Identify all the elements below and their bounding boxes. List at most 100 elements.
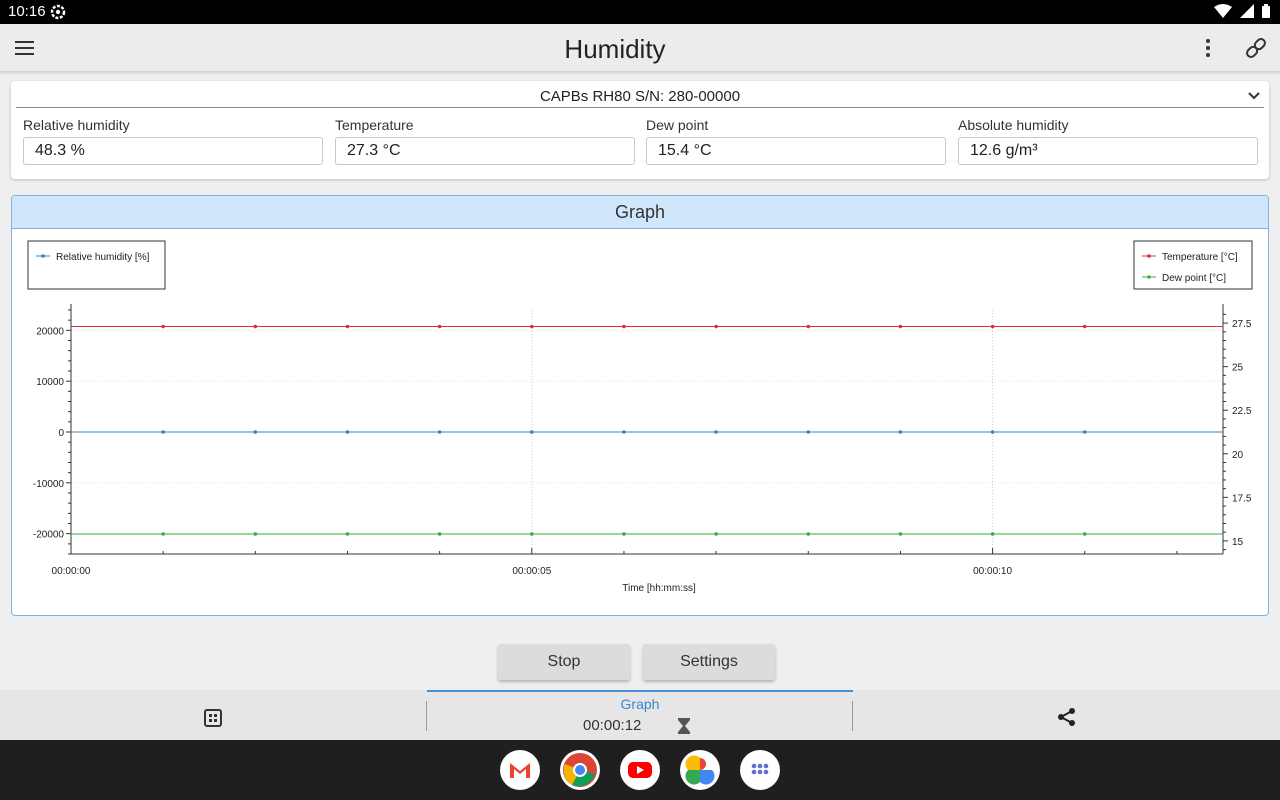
legend-marker [1147,254,1151,258]
data-point [530,430,534,434]
link-icon[interactable] [1244,36,1268,60]
data-point [1082,430,1087,434]
chevron-down-icon [1248,92,1260,100]
device-name: CAPBs RH80 S/N: 280-00000 [539,88,741,105]
system-dock [0,740,1280,800]
data-point [990,324,995,329]
data-point [898,324,903,329]
reading-relative-humidity: Relative humidity 48.3 % [23,117,323,165]
more-vert-icon[interactable] [1198,36,1218,60]
controls-bar: Stop Settings [0,632,1280,690]
reading-temperature: Temperature 27.3 °C [335,117,635,165]
settings-gear-icon [50,4,66,20]
app-drawer-icon[interactable] [740,750,780,790]
data-point [622,324,626,329]
data-point [530,532,534,536]
hourglass-icon [678,718,690,734]
share-icon [1058,708,1075,726]
reading-label: Temperature [335,117,414,133]
device-card: CAPBs RH80 S/N: 280-00000 Relative humid… [11,81,1269,179]
reading-label: Absolute humidity [958,117,1069,133]
y-tick-label-right: 17.5 [1232,493,1252,504]
y-tick-label-left: 10000 [36,377,64,388]
data-point [1082,324,1087,329]
legend-label: Relative humidity [%] [56,252,150,263]
data-point [990,430,995,434]
data-point [1082,532,1087,536]
legend-marker [41,254,45,258]
bottom-tab-bar: Graph 00:00:12 [0,690,1280,740]
x-tick-label: 00:00:10 [973,566,1012,577]
y-tick-label-right: 20 [1232,450,1244,461]
data-point [437,324,442,329]
data-point [345,324,350,329]
data-point [806,324,811,329]
elapsed-time: 00:00:12 [583,717,642,734]
reading-value: 48.3 % [23,137,323,165]
settings-button[interactable]: Settings [643,644,775,680]
data-point [806,430,811,434]
data-point [530,324,534,329]
data-point [345,430,350,434]
legend-label: Temperature [°C] [1162,252,1238,263]
signal-icon [1240,4,1254,18]
gmail-icon[interactable] [500,750,540,790]
photos-icon[interactable] [680,750,720,790]
legend-box-left [27,240,166,290]
data-point [714,430,718,434]
app-bar: Humidity [0,24,1280,72]
reading-value: 15.4 °C [646,137,946,165]
data-point [345,532,350,536]
data-point [714,324,718,329]
tab-graph-label: Graph [620,696,660,712]
data-point [806,532,811,536]
y-tick-label-left: 20000 [36,326,64,337]
tab-dashboard[interactable] [0,690,426,740]
reading-label: Dew point [646,117,709,133]
youtube-icon[interactable] [620,750,660,790]
humidity-chart[interactable]: 20000 10000 0 -10000 -20000 27.5 25 22.5 20 17.5 1… [12,230,1268,615]
device-selector[interactable]: CAPBs RH80 S/N: 280-00000 [16,83,1264,108]
reading-label: Relative humidity [23,117,130,133]
data-point [161,532,165,536]
graph-card: Graph 20000 10000 0 -10000 -20000 27.5 25 22.5 2… [11,195,1269,616]
y-tick-label-right: 15 [1232,537,1244,548]
y-tick-label-left: 0 [58,428,64,439]
data-point [714,532,718,536]
reading-absolute-humidity: Absolute humidity 12.6 g/m³ [958,117,1258,165]
y-tick-label-right: 27.5 [1232,319,1252,330]
dashboard-icon [204,709,222,727]
page-title: Humidity [564,34,666,64]
legend-label: Dew point [°C] [1162,273,1226,284]
status-bar: 10:16 [0,0,1280,24]
data-point [898,430,903,434]
y-tick-label-left: -10000 [33,479,65,490]
data-point [253,324,258,329]
data-point [622,430,626,434]
data-point [898,532,903,536]
x-tick-label: 00:00:05 [512,566,551,577]
data-point [253,532,258,536]
y-tick-label-right: 25 [1232,363,1244,374]
tab-share[interactable] [853,690,1280,740]
status-time: 10:16 [8,3,46,20]
data-point [161,430,165,434]
reading-value: 12.6 g/m³ [958,137,1258,165]
battery-icon [1262,4,1270,18]
stop-button[interactable]: Stop [498,644,630,680]
tab-graph[interactable]: Graph 00:00:12 [427,690,853,740]
y-tick-label-right: 22.5 [1232,406,1252,417]
reading-value: 27.3 °C [335,137,635,165]
data-point [161,324,165,329]
data-point [437,430,442,434]
wifi-icon [1214,4,1232,18]
data-point [990,532,995,536]
x-tick-label: 00:00:00 [52,566,91,577]
y-tick-label-left: -20000 [33,530,65,541]
graph-header: Graph [12,196,1268,229]
x-axis-label: Time [hh:mm:ss] [622,583,696,594]
reading-dew-point: Dew point 15.4 °C [646,117,946,165]
data-point [253,430,258,434]
data-point [622,532,626,536]
chrome-icon[interactable] [560,750,600,790]
